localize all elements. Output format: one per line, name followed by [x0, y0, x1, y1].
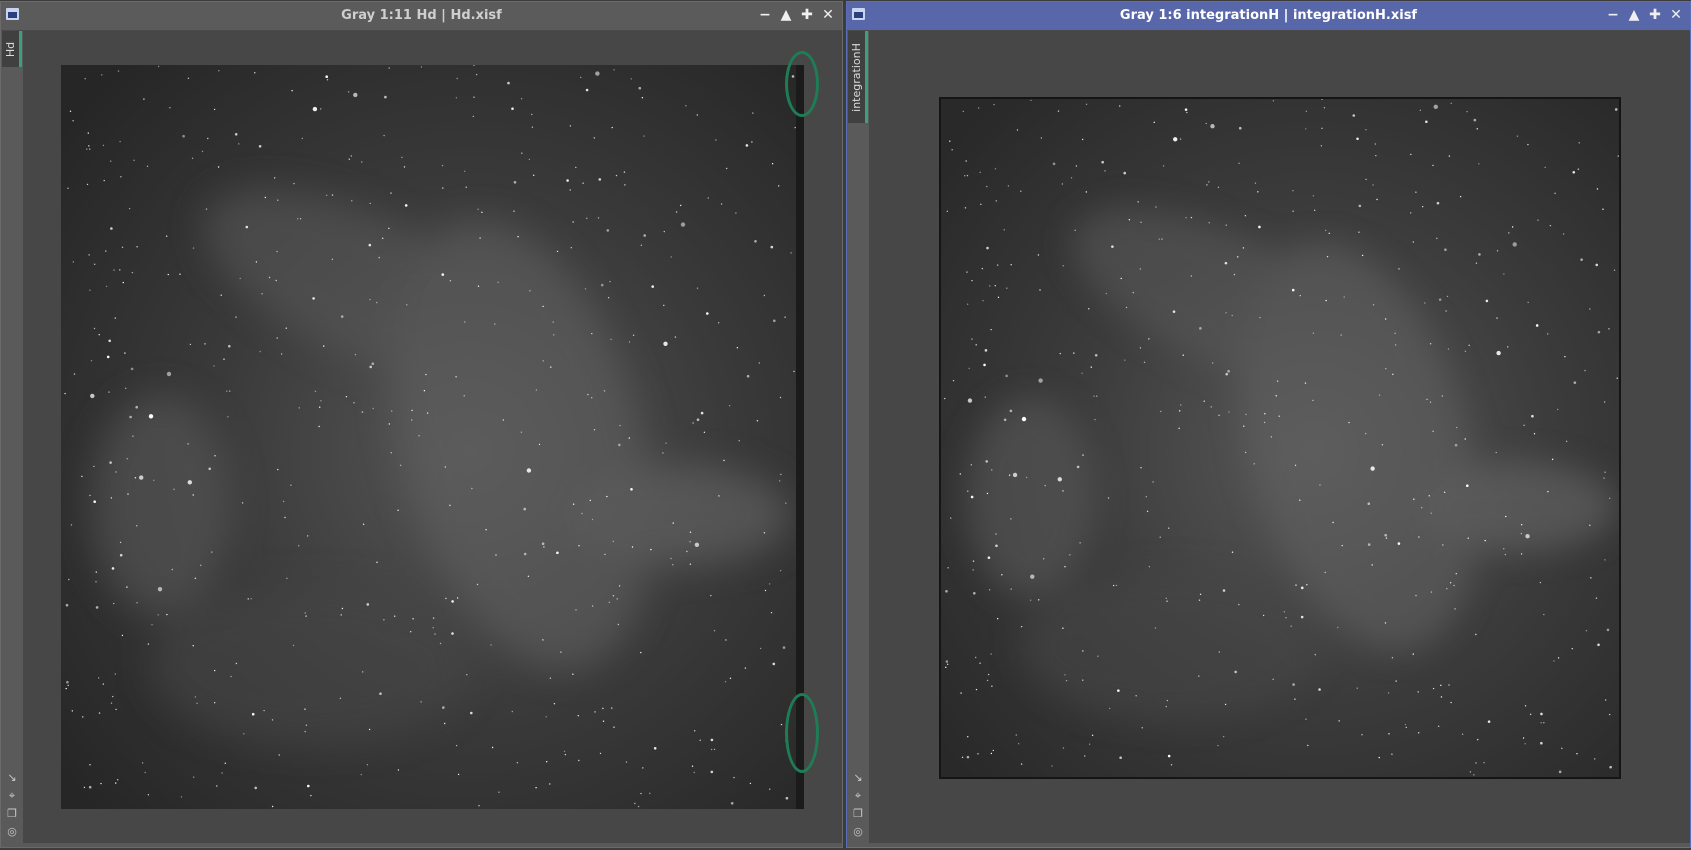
window-bottom-bar [23, 843, 842, 847]
maximize-icon[interactable]: ✚ [799, 7, 815, 23]
shade-icon[interactable]: ▲ [1626, 7, 1642, 23]
close-icon[interactable]: ✕ [1668, 7, 1684, 23]
highlight-ellipse-top [785, 51, 819, 117]
fit-view-icon[interactable]: ↘ [852, 771, 864, 785]
target-icon[interactable]: ◎ [852, 825, 864, 839]
image-viewport[interactable] [23, 31, 842, 843]
view-identifier-tab[interactable]: integrationH [848, 31, 868, 123]
fit-view-icon[interactable]: ↘ [6, 771, 18, 785]
image-viewport[interactable] [869, 31, 1690, 843]
maximize-icon[interactable]: ✚ [1647, 7, 1663, 23]
view-side-strip: integrationH ↘ ⌖ ❐ ◎ [847, 31, 869, 847]
window-titlebar[interactable]: Gray 1:6 integrationH | integrationH.xis… [847, 2, 1690, 31]
window-bottom-bar [869, 843, 1690, 847]
nebula-starfield-image[interactable] [61, 65, 804, 809]
target-icon[interactable]: ◎ [6, 825, 18, 839]
shade-icon[interactable]: ▲ [778, 7, 794, 23]
minimize-icon[interactable]: − [1605, 7, 1621, 23]
minimize-icon[interactable]: − [757, 7, 773, 23]
clone-icon[interactable]: ❐ [852, 807, 864, 821]
window-title: Gray 1:6 integrationH | integrationH.xis… [1119, 8, 1418, 23]
image-window-integrationh[interactable]: Gray 1:6 integrationH | integrationH.xis… [846, 1, 1691, 848]
close-icon[interactable]: ✕ [820, 7, 836, 23]
highlight-ellipse-bottom [785, 693, 819, 773]
zoom-fit-icon[interactable]: ⌖ [6, 789, 18, 803]
zoom-fit-icon[interactable]: ⌖ [852, 789, 864, 803]
window-title: Gray 1:11 Hd | Hd.xisf [341, 8, 502, 23]
view-side-strip: Hd ↘ ⌖ ❐ ◎ [1, 31, 23, 847]
view-identifier-tab[interactable]: Hd [2, 31, 22, 67]
window-titlebar[interactable]: Gray 1:11 Hd | Hd.xisf − ▲ ✚ ✕ [1, 2, 842, 31]
nebula-starfield-image[interactable] [939, 97, 1621, 779]
clone-icon[interactable]: ❐ [6, 807, 18, 821]
image-window-hd[interactable]: Gray 1:11 Hd | Hd.xisf − ▲ ✚ ✕ Hd ↘ ⌖ ❐ … [0, 1, 843, 848]
